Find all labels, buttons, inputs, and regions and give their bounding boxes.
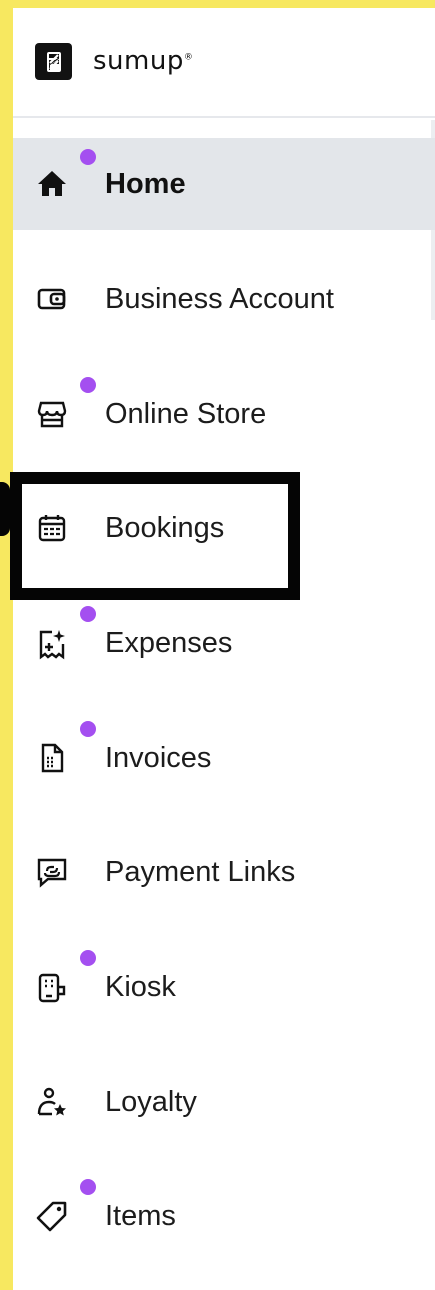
sidebar-item-invoices[interactable]: Invoices — [13, 711, 435, 803]
brand-registered-mark: ® — [183, 52, 194, 63]
sidebar-item-label: Payment Links — [105, 856, 296, 888]
sidebar: sumup® Home Business Account Online Stor… — [13, 8, 435, 1290]
sidebar-item-loyalty[interactable]: Loyalty — [13, 1055, 435, 1147]
kiosk-icon — [35, 971, 69, 1005]
invoice-icon — [35, 741, 69, 775]
chat-link-icon — [35, 855, 69, 889]
notification-dot — [80, 721, 96, 737]
sidebar-item-label: Kiosk — [105, 971, 176, 1003]
brand-name: sumup® — [93, 46, 193, 76]
brand-wordmark: sumup — [93, 46, 184, 76]
wallet-icon — [35, 282, 69, 316]
sidebar-item-home[interactable]: Home — [13, 138, 435, 230]
sidebar-item-label: Business Account — [105, 283, 334, 315]
notification-dot — [80, 950, 96, 966]
home-icon — [35, 166, 69, 200]
sidebar-item-expenses[interactable]: Expenses — [13, 596, 435, 688]
notification-dot — [80, 606, 96, 622]
sidebar-item-label: Invoices — [105, 742, 212, 774]
sumup-logo-icon[interactable] — [35, 43, 72, 80]
tag-icon — [35, 1199, 69, 1233]
loyalty-icon — [35, 1085, 69, 1119]
sidebar-item-kiosk[interactable]: Kiosk — [13, 940, 435, 1032]
sidebar-item-label: Home — [105, 168, 186, 200]
notification-dot — [80, 1179, 96, 1195]
receipt-sparkle-icon — [35, 627, 69, 661]
sidebar-item-label: Online Store — [105, 398, 267, 430]
sidebar-item-online-store[interactable]: Online Store — [13, 367, 435, 459]
sidebar-item-label: Items — [105, 1200, 176, 1232]
sidebar-item-items[interactable]: Items — [13, 1169, 435, 1261]
bookings-highlight-frame — [10, 472, 300, 600]
sidebar-item-payment-links[interactable]: Payment Links — [13, 826, 435, 918]
sidebar-item-business-account[interactable]: Business Account — [13, 253, 435, 345]
notification-dot — [80, 377, 96, 393]
sidebar-item-label: Loyalty — [105, 1086, 197, 1118]
annotation-tab — [0, 482, 10, 536]
sidebar-header: sumup® — [13, 8, 435, 118]
storefront-icon — [35, 397, 69, 431]
notification-dot — [80, 149, 96, 165]
sidebar-item-label: Expenses — [105, 627, 233, 659]
